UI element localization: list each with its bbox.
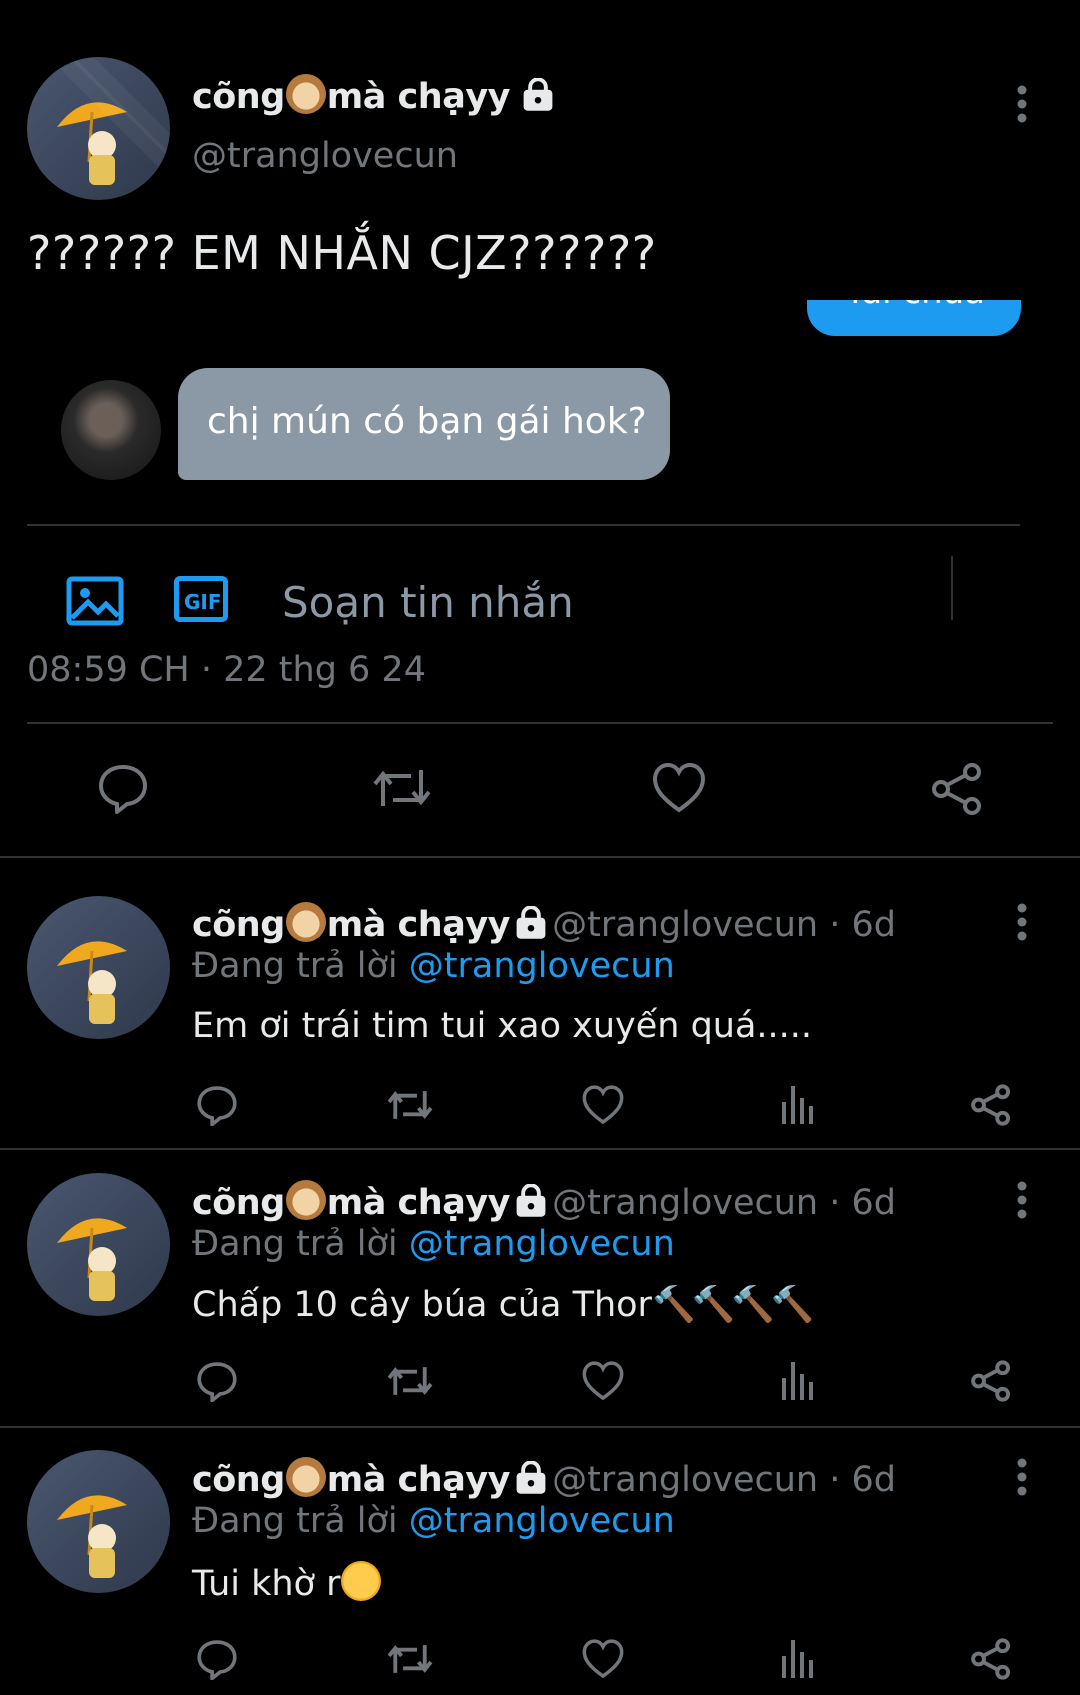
replying-to: Đang trả lời @tranglovecun: [192, 1501, 675, 1541]
lock-icon: [516, 906, 546, 939]
lock-icon: [516, 1184, 546, 1217]
sent-message-text: Tui chưa: [845, 300, 985, 312]
lock-icon: [516, 1461, 546, 1494]
more-icon[interactable]: [1002, 1180, 1042, 1220]
received-message-bubble: chị mún có bạn gái hok?: [178, 368, 670, 480]
compose-divider: [951, 556, 953, 620]
crying-face-emoji-icon: [341, 1561, 382, 1601]
like-icon[interactable]: [582, 1360, 624, 1402]
share-icon[interactable]: [970, 1084, 1012, 1126]
chat-divider: [27, 524, 1020, 526]
display-name[interactable]: cõng mà chạyy: [192, 1180, 510, 1223]
avatar[interactable]: [27, 57, 170, 200]
display-name[interactable]: cõng mà chạyy: [192, 902, 510, 945]
reply-tweet[interactable]: cõng mà chạyy @tranglovecun · 6d Đang trả…: [0, 1150, 1080, 1428]
reply-tweet[interactable]: cõng mà chạyy @tranglovecun · 6d Đang trả…: [0, 1428, 1080, 1695]
chat-partner-avatar: [61, 380, 161, 480]
reply-tweet[interactable]: cõng mà chạyy @tranglovecun · 6d Đang trả…: [0, 858, 1080, 1148]
handle-time[interactable]: @tranglovecun · 6d: [552, 905, 896, 945]
reply-text-row: Tui khờ r: [192, 1561, 382, 1604]
share-icon[interactable]: [970, 1638, 1012, 1680]
dog-emoji-icon: [285, 1180, 326, 1220]
reply-icon[interactable]: [196, 1638, 238, 1680]
gif-icon: GIF: [174, 576, 228, 622]
more-icon[interactable]: [1002, 84, 1042, 124]
reply-text: Em ơi trái tim tui xao xuyến quá.....: [192, 1006, 813, 1046]
more-icon[interactable]: [1002, 902, 1042, 942]
replying-to: Đang trả lời @tranglovecun: [192, 946, 675, 986]
dog-emoji-icon: [285, 902, 326, 942]
reply-icon[interactable]: [196, 1360, 238, 1402]
avatar[interactable]: [27, 896, 170, 1039]
retweet-icon[interactable]: [386, 1638, 434, 1680]
tweet-timestamp[interactable]: 08:59 CH · 22 thg 6 24: [27, 650, 426, 690]
retweet-icon[interactable]: [386, 1360, 434, 1402]
dog-emoji-icon: [285, 74, 326, 114]
reply-text: Chấp 10 cây búa của Thor: [192, 1285, 652, 1325]
retweet-icon[interactable]: [371, 762, 433, 814]
embedded-chat-screenshot: Tui chưa chị mún có bạn gái hok? GIF Soạ…: [0, 300, 1080, 630]
views-icon[interactable]: [780, 1360, 816, 1402]
handle-time[interactable]: @tranglovecun · 6d: [552, 1460, 896, 1500]
divider: [27, 722, 1053, 724]
dog-emoji-icon: [285, 1457, 326, 1497]
avatar[interactable]: [27, 1450, 170, 1593]
retweet-icon[interactable]: [386, 1084, 434, 1126]
display-name[interactable]: cõng mà chạyy: [192, 74, 554, 117]
like-icon[interactable]: [582, 1084, 624, 1126]
handle-time[interactable]: @tranglovecun · 6d: [552, 1183, 896, 1223]
like-icon[interactable]: [582, 1638, 624, 1680]
received-message-text: chị mún có bạn gái hok?: [207, 401, 647, 442]
tweet-text: ?????? EM NHẮN CJZ??????: [27, 226, 657, 280]
reply-icon[interactable]: [196, 1084, 238, 1126]
reply-text: Tui khờ r: [192, 1564, 341, 1604]
replying-to-link[interactable]: @tranglovecun: [409, 1501, 675, 1541]
share-icon[interactable]: [970, 1360, 1012, 1402]
replying-to: Đang trả lời @tranglovecun: [192, 1224, 675, 1264]
replying-to-link[interactable]: @tranglovecun: [409, 1224, 675, 1264]
like-icon[interactable]: [652, 762, 706, 814]
image-icon: [66, 576, 124, 630]
handle[interactable]: @tranglovecun: [192, 136, 458, 176]
display-name[interactable]: cõng mà chạyy: [192, 1457, 510, 1500]
lock-icon: [523, 78, 553, 111]
share-icon[interactable]: [930, 762, 984, 816]
hammer-emoji-icon: 🔨🔨🔨🔨: [651, 1285, 814, 1325]
more-icon[interactable]: [1002, 1457, 1042, 1497]
sent-message-bubble: Tui chưa: [807, 300, 1021, 336]
views-icon[interactable]: [780, 1638, 816, 1680]
reply-icon[interactable]: [97, 762, 149, 814]
views-icon[interactable]: [780, 1084, 816, 1126]
replying-to-link[interactable]: @tranglovecun: [409, 946, 675, 986]
compose-input: Soạn tin nhắn: [282, 578, 574, 627]
reply-text-row: Chấp 10 cây búa của Thor🔨🔨🔨🔨: [192, 1284, 814, 1325]
avatar[interactable]: [27, 1173, 170, 1316]
